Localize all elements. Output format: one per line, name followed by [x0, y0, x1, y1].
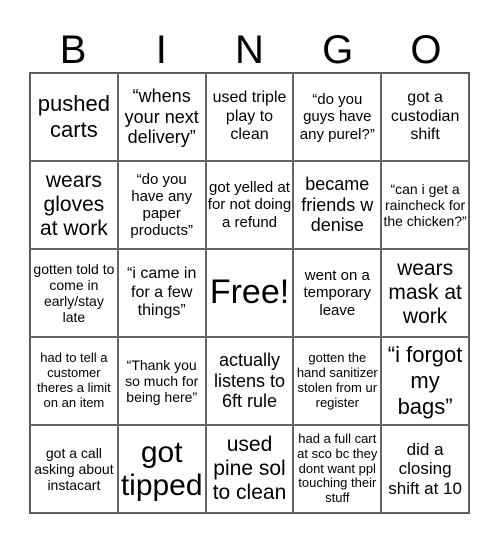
- bingo-cell[interactable]: got a call asking about instacart: [30, 425, 118, 513]
- bingo-header: B I N G O: [29, 28, 470, 72]
- bingo-cell[interactable]: “do you have any paper products”: [117, 161, 206, 249]
- bingo-cell[interactable]: used pine sol to clean: [205, 425, 294, 513]
- bingo-cell[interactable]: got a custodian shift: [381, 73, 469, 161]
- bingo-cell[interactable]: wears gloves at work: [30, 161, 118, 249]
- bingo-cell[interactable]: used triple play to clean: [205, 73, 294, 161]
- bingo-cell[interactable]: got yelled at for not doing a refund: [205, 161, 294, 249]
- bingo-cell[interactable]: had to tell a customer theres a limit on…: [30, 337, 118, 425]
- bingo-cell[interactable]: pushed carts: [30, 73, 118, 161]
- bingo-cell[interactable]: “Thank you so much for being here”: [117, 337, 206, 425]
- header-letter-n: N: [235, 28, 264, 72]
- bingo-cell[interactable]: went on a temporary leave: [293, 249, 382, 337]
- bingo-card-grid: pushed carts “whens your next delivery” us…: [29, 72, 470, 514]
- header-letter-b: B: [59, 28, 87, 72]
- bingo-cell[interactable]: “do you guys have any purel?”: [293, 73, 382, 161]
- bingo-cell[interactable]: did a closing shift at 10: [381, 425, 469, 513]
- bingo-cell[interactable]: “can i get a raincheck for the chicken?”: [381, 161, 469, 249]
- header-letter-o: O: [410, 28, 442, 72]
- bingo-cell[interactable]: became friends w denise: [293, 161, 382, 249]
- bingo-cell[interactable]: actually listens to 6ft rule: [205, 337, 294, 425]
- bingo-cell[interactable]: “i came in for a few things”: [117, 249, 206, 337]
- bingo-cell[interactable]: wears mask at work: [381, 249, 469, 337]
- free-space-cell[interactable]: Free!: [205, 249, 294, 337]
- bingo-cell[interactable]: had a full cart at sco bc they dont want…: [293, 425, 382, 513]
- bingo-cell[interactable]: “whens your next delivery”: [117, 73, 206, 161]
- bingo-cell[interactable]: gotten the hand sanitizer stolen from ur…: [293, 337, 382, 425]
- header-letter-g: G: [322, 28, 354, 72]
- bingo-cell[interactable]: “i forgot my bags”: [381, 337, 469, 425]
- header-letter-i: I: [155, 28, 167, 72]
- bingo-cell[interactable]: gotten told to come in early/stay late: [30, 249, 118, 337]
- bingo-cell[interactable]: got tipped: [117, 425, 206, 513]
